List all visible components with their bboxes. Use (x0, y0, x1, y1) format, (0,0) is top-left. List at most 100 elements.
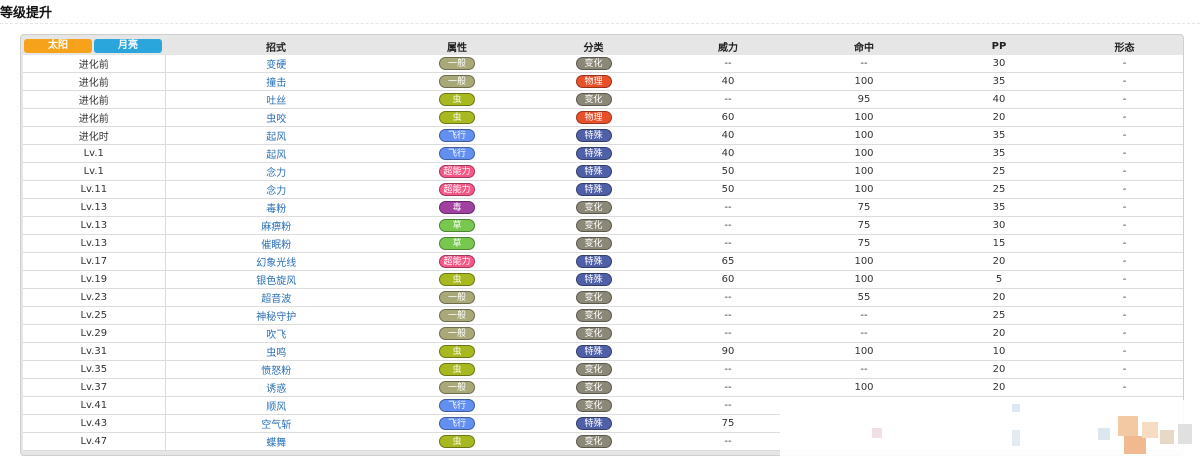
type-badge[interactable]: 飞行 (439, 399, 475, 412)
form-value: - (1066, 108, 1183, 127)
form-value: - (1066, 306, 1183, 325)
type-badge[interactable]: 飞行 (439, 129, 475, 142)
table-row: Lv.25 神秘守护 一般 变化 -- -- 25- (23, 306, 1183, 325)
type-badge[interactable]: 一般 (439, 381, 475, 394)
move-name-cell: 吐丝 (165, 90, 387, 109)
tab-sun[interactable]: 太阳 (24, 39, 92, 53)
pp-value: 30 (932, 216, 1066, 235)
header-accuracy[interactable]: 命中 (796, 37, 932, 55)
category-badge[interactable]: 特殊 (575, 165, 612, 178)
table-row: 进化前 变硬 一般 变化 -- -- 30- (23, 55, 1183, 73)
type-badge[interactable]: 虫 (439, 111, 475, 124)
category-cell: 特殊 (527, 342, 660, 361)
move-link[interactable]: 变硬 (266, 60, 286, 71)
category-badge[interactable]: 变化 (575, 399, 612, 412)
category-badge[interactable]: 物理 (575, 75, 612, 88)
move-link[interactable]: 麻痹粉 (261, 222, 291, 233)
category-badge[interactable]: 物理 (575, 111, 612, 124)
category-badge[interactable]: 变化 (575, 237, 612, 250)
tab-moon[interactable]: 月亮 (94, 39, 162, 53)
category-badge[interactable]: 特殊 (575, 147, 612, 160)
category-badge[interactable]: 变化 (575, 435, 612, 448)
category-badge[interactable]: 变化 (575, 57, 612, 70)
table-row: Lv.1 起风 飞行 特殊 40 100 35- (23, 144, 1183, 163)
category-badge[interactable]: 特殊 (575, 183, 612, 196)
move-link[interactable]: 蝶舞 (266, 438, 286, 449)
header-type[interactable]: 属性 (387, 37, 527, 55)
table-row: 进化前 撞击 一般 物理 40 100 35- (23, 72, 1183, 91)
move-link[interactable]: 虫咬 (266, 114, 286, 125)
type-badge[interactable]: 虫 (439, 435, 475, 448)
category-badge[interactable]: 变化 (575, 309, 612, 322)
type-badge[interactable]: 一般 (439, 309, 475, 322)
header-power[interactable]: 威力 (660, 37, 796, 55)
category-badge[interactable]: 变化 (575, 327, 612, 340)
move-link[interactable]: 银色旋风 (256, 276, 296, 287)
type-badge[interactable]: 虫 (439, 273, 475, 286)
type-badge[interactable]: 飞行 (439, 147, 475, 160)
type-badge[interactable]: 草 (439, 237, 475, 250)
accuracy-value: -- (796, 306, 932, 325)
table-row: Lv.13 麻痹粉 草 变化 -- 75 30- (23, 216, 1183, 235)
move-link[interactable]: 超音波 (261, 294, 291, 305)
move-link[interactable]: 毒粉 (266, 204, 286, 215)
category-cell: 变化 (527, 198, 660, 217)
move-link[interactable]: 念力 (266, 168, 286, 179)
type-badge[interactable]: 超能力 (439, 183, 475, 196)
type-badge[interactable]: 一般 (439, 327, 475, 340)
type-badge[interactable]: 超能力 (439, 255, 475, 268)
learn-condition: Lv.41 (23, 396, 166, 415)
move-link[interactable]: 催眠粉 (261, 240, 291, 251)
category-badge[interactable]: 变化 (575, 363, 612, 376)
move-link[interactable]: 念力 (266, 186, 286, 197)
header-move[interactable]: 招式 (165, 37, 387, 55)
move-link[interactable]: 空气斩 (261, 420, 291, 431)
move-link[interactable]: 神秘守护 (256, 312, 296, 323)
category-badge[interactable]: 特殊 (575, 273, 612, 286)
move-link[interactable]: 吹飞 (266, 330, 286, 341)
move-link[interactable]: 愤怒粉 (261, 366, 291, 377)
power-value: -- (660, 360, 796, 379)
accuracy-value: 100 (796, 378, 932, 397)
type-badge[interactable]: 一般 (439, 75, 475, 88)
type-badge[interactable]: 一般 (439, 57, 475, 70)
type-cell: 超能力 (387, 252, 527, 271)
move-link[interactable]: 顺风 (266, 402, 286, 413)
mosaic-block (1098, 428, 1110, 440)
type-badge[interactable]: 一般 (439, 291, 475, 304)
type-badge[interactable]: 虫 (439, 363, 475, 376)
type-badge[interactable]: 草 (439, 219, 475, 232)
category-badge[interactable]: 变化 (575, 219, 612, 232)
learn-condition: Lv.1 (23, 144, 166, 163)
pp-value: 20 (932, 288, 1066, 307)
type-badge[interactable]: 虫 (439, 93, 475, 106)
category-badge[interactable]: 特殊 (575, 255, 612, 268)
move-link[interactable]: 起风 (266, 132, 286, 143)
pp-value: 30 (932, 55, 1066, 73)
table-row: Lv.23 超音波 一般 变化 -- 55 20- (23, 288, 1183, 307)
move-link[interactable]: 吐丝 (266, 96, 286, 107)
move-link[interactable]: 虫鸣 (266, 348, 286, 359)
category-badge[interactable]: 变化 (575, 93, 612, 106)
category-badge[interactable]: 变化 (575, 201, 612, 214)
category-badge[interactable]: 变化 (575, 381, 612, 394)
blurred-region (780, 400, 1200, 460)
category-badge[interactable]: 特殊 (575, 345, 612, 358)
form-value: - (1066, 324, 1183, 343)
type-badge[interactable]: 超能力 (439, 165, 475, 178)
category-badge[interactable]: 特殊 (575, 417, 612, 430)
move-link[interactable]: 起风 (266, 150, 286, 161)
header-category[interactable]: 分类 (527, 37, 660, 55)
category-badge[interactable]: 特殊 (575, 129, 612, 142)
header-form[interactable]: 形态 (1066, 37, 1183, 55)
category-badge[interactable]: 变化 (575, 291, 612, 304)
type-badge[interactable]: 飞行 (439, 417, 475, 430)
learn-condition: 进化前 (23, 72, 166, 91)
move-link[interactable]: 撞击 (266, 78, 286, 89)
header-pp[interactable]: PP (932, 37, 1066, 55)
type-badge[interactable]: 毒 (439, 201, 475, 214)
move-link[interactable]: 诱惑 (266, 384, 286, 395)
type-badge[interactable]: 虫 (439, 345, 475, 358)
move-link[interactable]: 幻象光线 (256, 258, 296, 269)
type-cell: 虫 (387, 342, 527, 361)
